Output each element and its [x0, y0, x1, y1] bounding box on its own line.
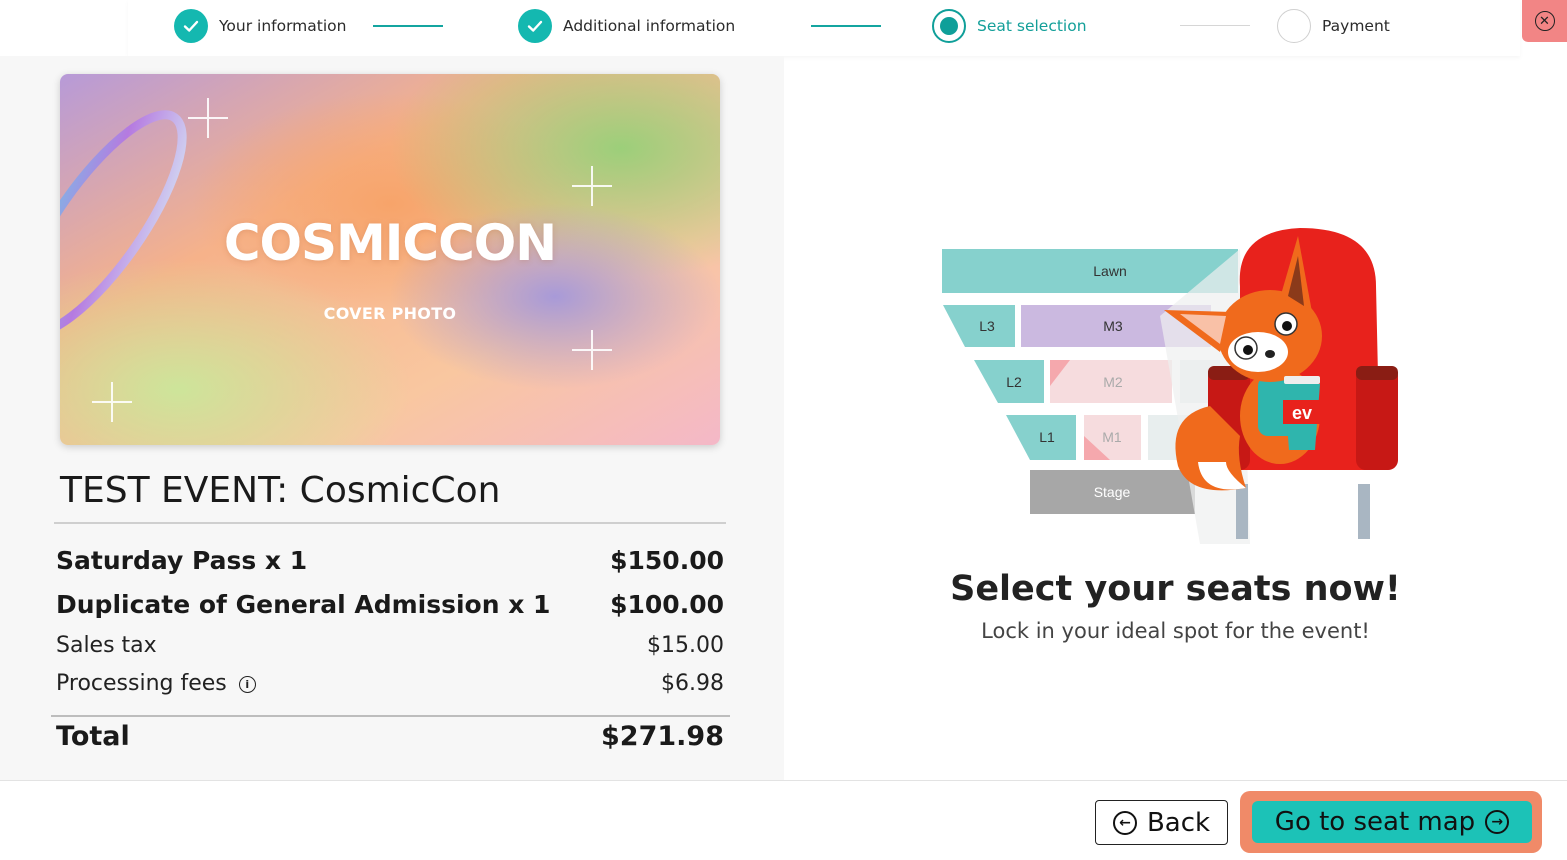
line-item-amount: $150.00 [610, 546, 724, 575]
check-icon [174, 9, 208, 43]
step-seat-selection[interactable]: Seat selection [932, 8, 1087, 44]
promo-headline: Select your seats now! [950, 569, 1401, 609]
back-button-label: Back [1146, 807, 1211, 838]
line-item-label: Duplicate of General Admission x 1 [56, 590, 551, 619]
line-item-amount: $100.00 [610, 590, 724, 619]
active-step-icon [932, 9, 966, 43]
arrow-right-circle-icon: → [1485, 810, 1510, 834]
section-l2: L2 [1006, 374, 1022, 390]
step-additional-information[interactable]: Additional information [518, 8, 735, 44]
line-item: Saturday Pass x 1 $150.00 [56, 546, 724, 575]
sales-tax-row: Sales tax $15.00 [56, 633, 724, 658]
sales-tax-amount: $15.00 [647, 633, 724, 658]
section-lawn: Lawn [1093, 263, 1126, 279]
section-stage: Stage [1094, 484, 1131, 500]
processing-fees-amount: $6.98 [661, 671, 724, 696]
divider [54, 522, 726, 524]
section-m2: M2 [1103, 374, 1123, 390]
processing-fees-row: Processing fees i $6.98 [56, 671, 724, 696]
seat-map-illustration: Lawn L3 M3 L2 M2 L1 M1 Stage ev [940, 226, 1410, 544]
order-summary-panel: COSMICCON COVER PHOTO TEST EVENT: Cosmic… [0, 56, 784, 780]
checkout-stepper: Your information Additional information … [128, 0, 1520, 56]
step-connector [811, 25, 881, 27]
go-to-seat-map-button[interactable]: Go to seat map → [1252, 801, 1532, 843]
section-l1: L1 [1039, 429, 1055, 445]
cup-logo: ev [1292, 403, 1312, 423]
step-connector [373, 25, 443, 27]
cover-title: COSMICCON [223, 214, 557, 272]
cover-subtitle: COVER PHOTO [323, 304, 457, 323]
back-button[interactable]: ← Back [1095, 800, 1228, 845]
line-item-label: Saturday Pass x 1 [56, 546, 308, 575]
arrow-left-circle-icon: ← [1112, 810, 1137, 835]
total-label: Total [56, 721, 130, 752]
line-item: Duplicate of General Admission x 1 $100.… [56, 590, 724, 619]
close-button[interactable]: ✕ [1522, 0, 1567, 42]
pending-step-icon [1277, 9, 1311, 43]
promo-subline: Lock in your ideal spot for the event! [981, 619, 1370, 643]
divider [51, 715, 730, 717]
step-connector [1180, 25, 1250, 26]
check-icon [518, 9, 552, 43]
event-title: TEST EVENT: CosmicCon [60, 470, 501, 511]
step-label: Your information [219, 17, 347, 35]
footer-bar: ← Back Go to seat map → [0, 780, 1567, 860]
step-label: Additional information [563, 17, 736, 35]
section-m3: M3 [1103, 318, 1123, 334]
section-m1: M1 [1102, 429, 1122, 445]
go-to-seat-map-focus-ring: Go to seat map → [1240, 791, 1542, 853]
step-your-information[interactable]: Your information [174, 8, 346, 44]
step-payment[interactable]: Payment [1277, 8, 1390, 44]
sales-tax-label: Sales tax [56, 633, 157, 658]
total-row: Total $271.98 [56, 721, 724, 752]
section-l3: L3 [979, 318, 995, 334]
processing-fees-label: Processing fees [56, 671, 227, 696]
info-icon[interactable]: i [238, 675, 256, 693]
go-to-seat-map-label: Go to seat map [1274, 807, 1476, 837]
step-label: Seat selection [977, 17, 1087, 35]
total-amount: $271.98 [601, 721, 724, 752]
event-cover-photo: COSMICCON COVER PHOTO [60, 74, 720, 445]
close-circle-icon: ✕ [1534, 11, 1555, 31]
step-label: Payment [1322, 17, 1390, 35]
